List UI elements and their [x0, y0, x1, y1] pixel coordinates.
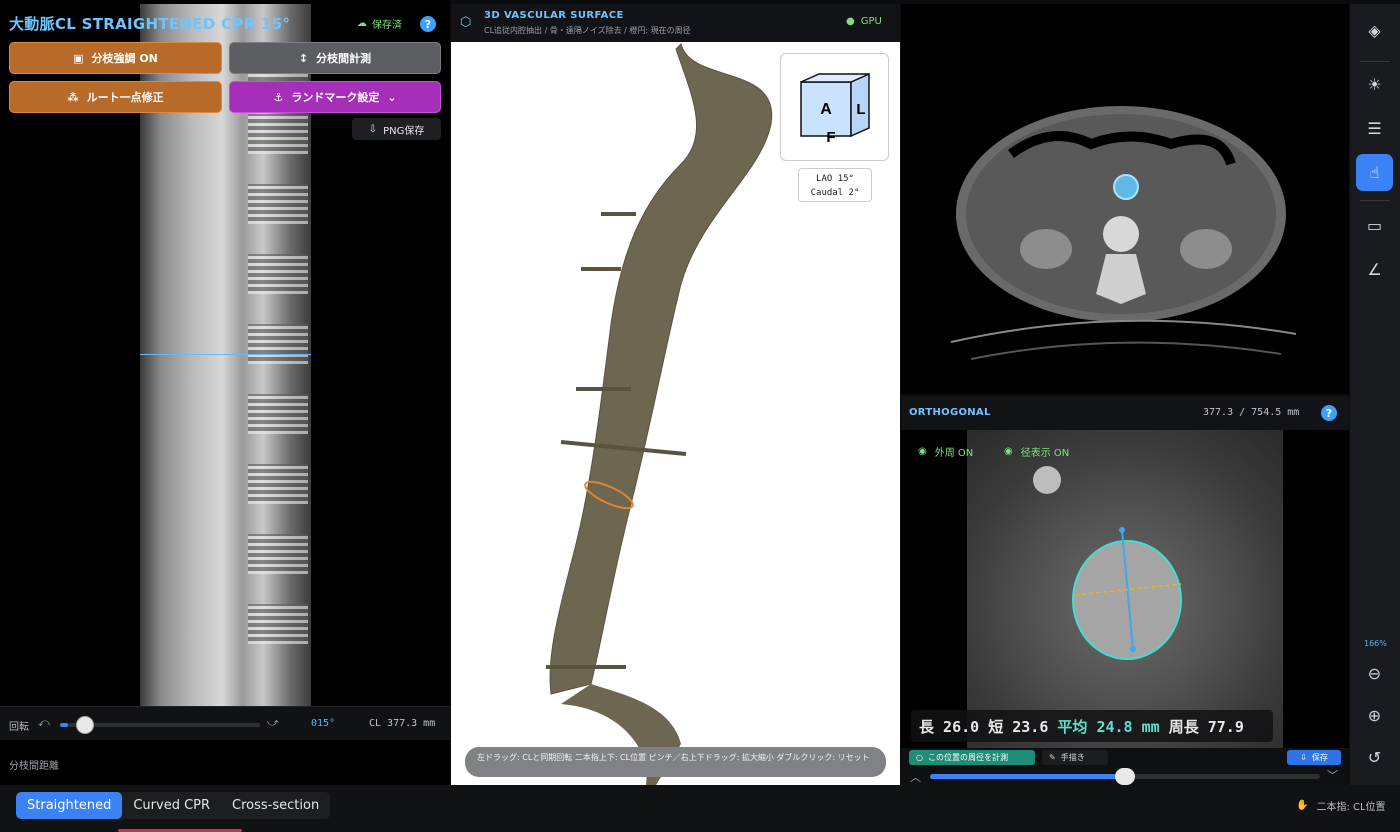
circle-icon: ○: [916, 753, 923, 762]
cube-icon: ⬡: [460, 15, 472, 30]
sliders-icon[interactable]: ☰: [1356, 110, 1393, 147]
rotation-slider-thumb[interactable]: [76, 716, 95, 734]
orthogonal-header: ORTHOGONAL 377.3 / 754.5 mm ?: [901, 396, 1349, 430]
rotate-right-icon[interactable]: ⤻: [267, 716, 279, 730]
aorta-marker: [1113, 174, 1139, 200]
angle-icon[interactable]: ∠: [1356, 251, 1393, 288]
view-angle-label: LAO 15° Caudal 2°: [798, 168, 872, 202]
bottom-bar: Straightened Curved CPR Cross-section ✋ 二…: [0, 785, 1400, 832]
orientation-cube[interactable]: A L F: [780, 53, 889, 161]
rotate-left-icon[interactable]: ⤺: [38, 716, 50, 730]
zoom-in-icon[interactable]: ⊕: [1356, 697, 1393, 734]
cl-position-value: CL 377.3 mm: [369, 718, 436, 729]
download-icon: ⇩: [368, 123, 378, 135]
rotation-bar: 回転 ⤺ ⤻ 015° CL 377.3 mm: [0, 706, 450, 740]
right-toolbar: ◈ ☀ ☰ ☝ ▭ ∠ 166% ⊖ ⊕ ↺: [1350, 4, 1400, 785]
freehand-button[interactable]: ✎ 手描き: [1042, 750, 1108, 765]
center-title: 3D VASCULAR SURFACE: [484, 10, 624, 21]
ruler-icon[interactable]: ▭: [1356, 207, 1393, 244]
center-header: ⬡ 3D VASCULAR SURFACE CL追従内腔抽出 / 骨・遠隔ノイズ…: [451, 4, 900, 42]
saved-status: ☁ 保存済: [357, 18, 402, 31]
vertical-measure-icon: ↕: [298, 51, 309, 65]
rotation-slider-fill: [60, 723, 69, 727]
check-circle-icon: ●: [846, 16, 855, 27]
help-icon[interactable]: ?: [420, 16, 436, 32]
save-button[interactable]: ⇩ 保存: [1287, 750, 1341, 765]
cube-face-l: L: [856, 101, 865, 118]
layers-icon[interactable]: ◈: [1356, 12, 1393, 49]
tab-cross-section[interactable]: Cross-section: [221, 792, 330, 819]
rotation-label: 回転: [9, 722, 29, 733]
chevron-up-icon[interactable]: ︿: [910, 769, 921, 785]
orthogonal-title: ORTHOGONAL: [909, 407, 991, 418]
download-icon: ⇩: [1300, 753, 1307, 762]
brightness-icon[interactable]: ☀: [1356, 66, 1393, 103]
cpr-panel: 大動脈CL STRAIGHTENED CPR 15° ☁ 保存済 ? ▣ 分枝強調…: [0, 0, 450, 785]
hand-icon: ✋: [1296, 800, 1309, 811]
eye-icon: ◉: [918, 446, 927, 457]
gpu-status: ● GPU: [846, 16, 882, 27]
axial-ct-view[interactable]: [901, 4, 1349, 394]
orthogonal-view[interactable]: ◉ 外周 ON ◉ 径表示 ON 長 26.0 短 23.6 平均 24.8 mm …: [901, 430, 1349, 748]
position-slider-fill: [930, 774, 1125, 779]
pen-icon: ✎: [1049, 753, 1056, 762]
outer-toggle[interactable]: ◉ 外周 ON: [918, 444, 973, 459]
two-finger-hint: ✋ 二本指: CL位置: [1296, 800, 1386, 813]
tab-straightened[interactable]: Straightened: [16, 792, 123, 819]
zoom-out-icon[interactable]: ⊖: [1356, 655, 1393, 692]
cloud-saved-icon: ☁: [357, 18, 367, 29]
center-subtitle: CL追従内腔抽出 / 骨・遠隔ノイズ除去 / 橙円: 現在の周径: [484, 26, 691, 35]
interaction-hint: 左ドラッグ: CLと同期回転 二本指上下: CL位置 ピンチ／右上下ドラッグ: …: [465, 747, 886, 777]
eye-icon: ◉: [1004, 446, 1013, 457]
rotation-value: 015°: [311, 718, 336, 729]
anchor-icon: ⚓: [273, 90, 284, 104]
png-save-button[interactable]: ⇩ PNG保存: [352, 118, 441, 140]
hand-pointer-icon[interactable]: ☝: [1356, 154, 1393, 191]
help-icon[interactable]: ?: [1321, 405, 1337, 421]
landmark-dropdown-button[interactable]: ⚓ ランドマーク設定 ⌄: [229, 81, 441, 113]
vascular-3d-panel[interactable]: ⬡ 3D VASCULAR SURFACE CL追従内腔抽出 / 骨・遠隔ノイズ…: [451, 4, 900, 785]
diameter-toggle[interactable]: ◉ 径表示 ON: [1004, 444, 1069, 459]
reset-icon[interactable]: ↺: [1356, 739, 1393, 776]
branch-measure-button[interactable]: ↕ 分枝間計測: [229, 42, 441, 74]
chevron-down-icon[interactable]: ﹀: [1327, 767, 1338, 783]
orthogonal-position: 377.3 / 754.5 mm: [1203, 407, 1300, 418]
plus-box-icon: ▣: [73, 51, 84, 65]
nodes-icon: ⁂: [67, 90, 79, 104]
route-fix-button[interactable]: ⁂ ルート一点修正: [9, 81, 222, 113]
branch-emphasis-button[interactable]: ▣ 分枝強調 ON: [9, 42, 222, 74]
position-slider-thumb[interactable]: [1115, 768, 1135, 785]
rotation-slider[interactable]: [60, 716, 260, 734]
cube-face-f: F: [826, 129, 835, 146]
view-tabs: Straightened Curved CPR Cross-section: [16, 792, 331, 819]
cl-position-line[interactable]: [140, 354, 311, 355]
orthogonal-image: [967, 430, 1283, 748]
cube-face-a: A: [820, 101, 832, 118]
branch-distance-label: 分枝間距離: [9, 761, 59, 772]
tab-curved-cpr[interactable]: Curved CPR: [122, 792, 221, 819]
chevron-down-icon: ⌄: [387, 90, 397, 104]
panel-title: 大動脈CL STRAIGHTENED CPR 15°: [9, 15, 291, 33]
zoom-level: 166%: [1364, 639, 1387, 648]
position-slider[interactable]: [930, 768, 1320, 785]
orthogonal-actions: ○ この位置の周径を計測 ✎ 手描き ⇩ 保存 ︿ ﹀: [901, 748, 1349, 785]
app-root: 大動脈CL STRAIGHTENED CPR 15° ☁ 保存済 ? ▣ 分枝強調…: [0, 0, 1400, 832]
measure-circumference-button[interactable]: ○ この位置の周径を計測: [909, 750, 1035, 765]
measurement-readout: 長 26.0 短 23.6 平均 24.8 mm 周長 77.9: [911, 710, 1273, 742]
